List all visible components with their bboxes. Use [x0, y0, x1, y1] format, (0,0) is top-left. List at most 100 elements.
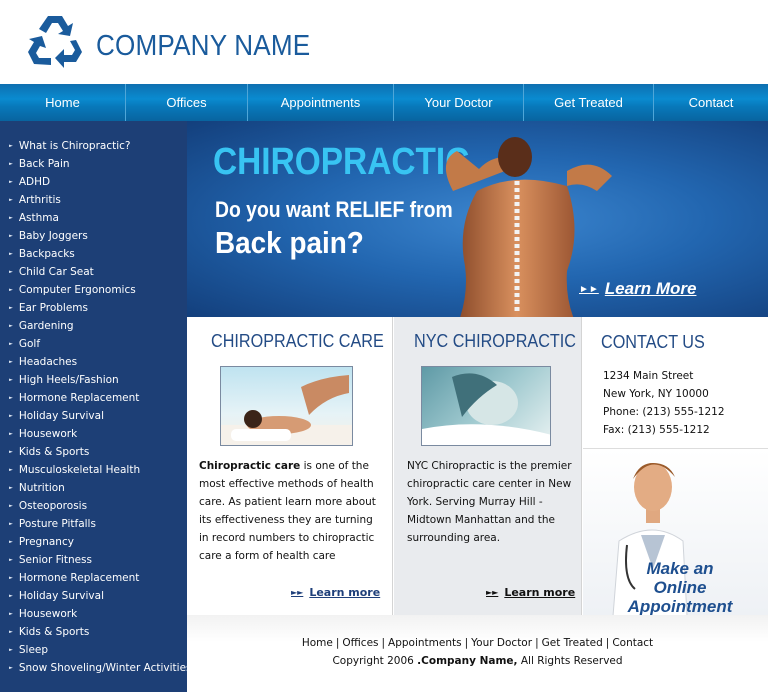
sidebar-item[interactable]: ► Holiday Survival [0, 407, 187, 425]
footer-link-home[interactable]: Home [302, 637, 333, 649]
chiropractic-care-text: Chiropractic care is one of the most eff… [199, 457, 383, 565]
contact-address-line1: 1234 Main Street [603, 370, 694, 382]
hero-banner: CHIROPRACTIC Do you want RELIEF from Bac… [187, 121, 768, 317]
bullet-icon: ► [9, 503, 13, 509]
sidebar-item[interactable]: ► High Heels/Fashion [0, 371, 187, 389]
footer-separator: | [535, 637, 539, 649]
sidebar-item-label: Housework [18, 608, 78, 620]
sidebar-item-label: Holiday Survival [18, 410, 104, 422]
chiropractic-care-bold: Chiropractic care [199, 460, 301, 472]
sidebar-item[interactable]: ► Backpacks [0, 245, 187, 263]
sidebar-item[interactable]: ► ADHD [0, 173, 187, 191]
header: COMPANY NAME [0, 0, 768, 84]
sidebar-item-label: Senior Fitness [18, 554, 93, 566]
sidebar-item[interactable]: ► Housework [0, 605, 187, 623]
bullet-icon: ► [9, 647, 13, 653]
copyright-suffix: All Rights Reserved [517, 655, 623, 667]
sidebar-item-label: Child Car Seat [18, 266, 94, 278]
sidebar-item[interactable]: ► Kids & Sports [0, 623, 187, 641]
footer-separator: | [464, 637, 469, 649]
learn-more-label: Learn more [309, 586, 381, 599]
footer-separator: | [335, 637, 340, 649]
hero-learn-more-label: Learn More [604, 279, 697, 298]
sidebar-item[interactable]: ► Snow Shoveling/Winter Activities [0, 659, 192, 677]
sidebar-item[interactable]: ► Posture Pitfalls [0, 515, 187, 533]
sidebar-item-label: Holiday Survival [18, 590, 104, 602]
footer-link-contact[interactable]: Contact [612, 637, 653, 649]
sidebar-item[interactable]: ► Housework [0, 425, 187, 443]
sidebar-item[interactable]: ► Baby Joggers [0, 227, 187, 245]
nav-appointments[interactable]: Appointments [248, 84, 394, 121]
bullet-icon: ► [9, 539, 13, 545]
sidebar-item[interactable]: ► Gardening [0, 317, 187, 335]
sidebar: ► What is Chiropractic? ► Back Pain ► ADHD … [0, 121, 192, 692]
sidebar-item[interactable]: ► Asthma [0, 209, 187, 227]
bullet-icon: ► [9, 575, 13, 581]
bullet-icon: ► [9, 215, 13, 221]
sidebar-item[interactable]: ► What is Chiropractic? [0, 137, 187, 155]
sidebar-item[interactable]: ► Holiday Survival [0, 587, 187, 605]
sidebar-item[interactable]: ► Osteoporosis [0, 497, 187, 515]
double-arrow-icon: ►► [486, 588, 499, 597]
sidebar-item[interactable]: ► Pregnancy [0, 533, 187, 551]
sidebar-item-label: Backpacks [18, 248, 75, 260]
sidebar-item[interactable]: ► Sleep [0, 641, 187, 659]
nav-your-doctor[interactable]: Your Doctor [394, 84, 524, 121]
chiropractic-care-body: is one of the most effective methods of … [199, 460, 376, 562]
footer-separator: | [381, 637, 386, 649]
sidebar-item[interactable]: ► Musculoskeletal Health [0, 461, 187, 479]
contact-title: CONTACT US [601, 332, 705, 352]
sidebar-item[interactable]: ► Hormone Replacement [0, 569, 187, 587]
bullet-icon: ► [9, 467, 13, 473]
copyright: Copyright 2006 .Company Name, All Rights… [187, 655, 768, 667]
nav-get-treated[interactable]: Get Treated [524, 84, 654, 121]
hero-learn-more-link[interactable]: ►► Learn More [579, 279, 696, 299]
footer-link-offices[interactable]: Offices [342, 637, 378, 649]
bullet-icon: ► [9, 665, 13, 671]
footer-links: Home | Offices | Appointments | Your Doctor | Ge… [187, 637, 768, 649]
sidebar-item-label: High Heels/Fashion [18, 374, 119, 386]
massage-photo [220, 366, 353, 446]
online-appointment-banner[interactable]: Make an Online Appointment [583, 448, 768, 615]
nyc-chiropractic-learn-more[interactable]: ►► Learn more [486, 586, 575, 599]
sidebar-item[interactable]: ► Ear Problems [0, 299, 187, 317]
sidebar-item[interactable]: ► Golf [0, 335, 187, 353]
bullet-icon: ► [9, 143, 13, 149]
sidebar-item-label: Snow Shoveling/Winter Activities [18, 662, 192, 674]
company-name: COMPANY NAME [96, 30, 311, 62]
footer-link-your-doctor[interactable]: Your Doctor [471, 637, 532, 649]
contact-section: CONTACT US 1234 Main Street New York, NY… [583, 317, 768, 615]
bullet-icon: ► [9, 341, 13, 347]
recycle-icon[interactable] [26, 12, 84, 68]
nav-home[interactable]: Home [0, 84, 126, 121]
bullet-icon: ► [9, 485, 13, 491]
bullet-icon: ► [9, 629, 13, 635]
chiropractic-care-title: CHIROPRACTIC CARE [211, 331, 384, 351]
sidebar-item-label: Nutrition [18, 482, 65, 494]
sidebar-item[interactable]: ► Hormone Replacement [0, 389, 187, 407]
sidebar-item-label: Osteoporosis [18, 500, 88, 512]
sidebar-item-label: Computer Ergonomics [18, 284, 136, 296]
sidebar-item[interactable]: ► Senior Fitness [0, 551, 187, 569]
sidebar-item-label: Golf [18, 338, 41, 350]
sidebar-item-label: Asthma [18, 212, 59, 224]
nav-offices[interactable]: Offices [126, 84, 248, 121]
footer-link-get-treated[interactable]: Get Treated [542, 637, 603, 649]
bullet-icon: ► [9, 395, 13, 401]
sidebar-item[interactable]: ► Kids & Sports [0, 443, 187, 461]
chiropractic-care-learn-more[interactable]: ►► Learn more [291, 586, 380, 599]
bullet-icon: ► [9, 359, 13, 365]
sidebar-item-label: ADHD [18, 176, 51, 188]
sidebar-item[interactable]: ► Arthritis [0, 191, 187, 209]
sidebar-item[interactable]: ► Child Car Seat [0, 263, 187, 281]
sidebar-item[interactable]: ► Nutrition [0, 479, 187, 497]
contact-address-line2: New York, NY 10000 [603, 388, 709, 400]
main-nav: Home Offices Appointments Your Doctor Ge… [0, 84, 768, 121]
sidebar-item[interactable]: ► Headaches [0, 353, 187, 371]
sidebar-item[interactable]: ► Back Pain [0, 155, 187, 173]
nav-contact[interactable]: Contact [654, 84, 768, 121]
sidebar-item-label: What is Chiropractic? [18, 140, 131, 152]
patient-photo [421, 366, 551, 446]
footer-link-appointments[interactable]: Appointments [388, 637, 462, 649]
sidebar-item[interactable]: ► Computer Ergonomics [0, 281, 187, 299]
